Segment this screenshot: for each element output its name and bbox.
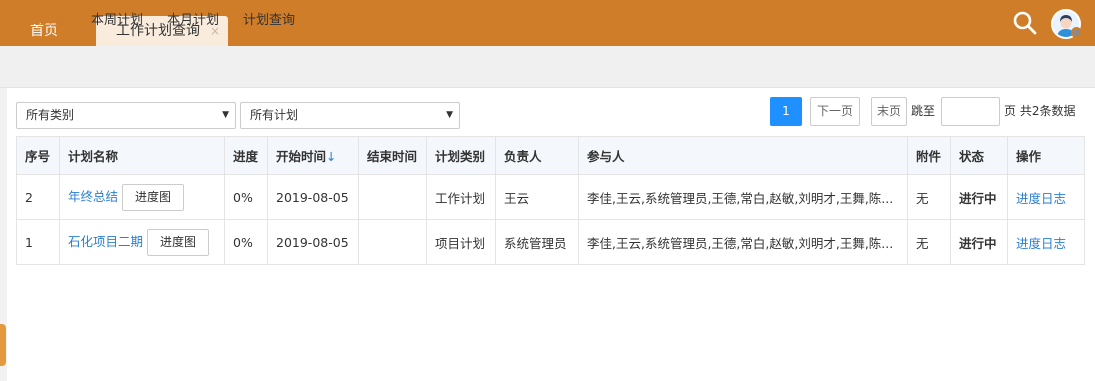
subnav-week-plan[interactable]: 本周计划 [91,0,143,42]
cell-progress: 0% [224,219,268,265]
plan-name-link[interactable]: 石化项目二期 [68,234,143,249]
cell-attachment: 无 [907,219,951,265]
table-header-row: 序号 计划名称 进度 开始时间↓ 结束时间 计划类别 负责人 参与人 附件 状态… [16,136,1085,175]
cell-name: 石化项目二期 进度图 [59,219,225,265]
header-index: 序号 [16,136,60,175]
cell-category: 工作计划 [426,174,496,220]
cell-participants: 李佳,王云,系统管理员,王德,常白,赵敏,刘明才,王舞,陈... [578,174,908,220]
header-owner: 负责人 [495,136,579,175]
cell-status: 进行中 [950,174,1008,220]
cell-owner: 王云 [495,174,579,220]
header-end-time: 结束时间 [358,136,427,175]
cell-end-time [358,219,427,265]
category-select-value: 所有类别 [26,108,75,122]
header-start-time-label: 开始时间 [276,149,327,164]
cell-category: 项目计划 [426,219,496,265]
sub-nav [0,46,1095,88]
progress-chart-button[interactable]: 进度图 [122,183,185,211]
plan-select[interactable]: 所有计划 ▼ [240,102,460,129]
cell-attachment: 无 [907,174,951,220]
header-start-time[interactable]: 开始时间↓ [267,136,359,175]
cell-index: 2 [16,174,60,220]
last-page-button[interactable]: 末页 [871,97,907,126]
cell-index: 1 [16,219,60,265]
page-current-button[interactable]: 1 [770,97,802,126]
chevron-down-icon: ▼ [446,110,453,120]
page-jump-input[interactable] [941,97,1000,126]
cell-status: 进行中 [950,219,1008,265]
subnav-today-plan[interactable]: 今日计划 [16,0,68,42]
header-progress: 进度 [224,136,268,175]
header-category: 计划类别 [426,136,496,175]
pager-summary: 页 共2条数据 [1004,104,1076,118]
subnav-month-plan[interactable]: 本月计划 [167,0,219,42]
header-name: 计划名称 [59,136,225,175]
header-participants: 参与人 [578,136,908,175]
cell-start-time: 2019-08-05 [267,174,359,220]
next-page-button[interactable]: 下一页 [810,97,860,126]
search-icon[interactable] [1012,10,1038,36]
jump-label: 跳至 [911,104,936,118]
cell-end-time [358,174,427,220]
header-action: 操作 [1007,136,1085,175]
plan-select-value: 所有计划 [250,108,299,122]
cell-owner: 系统管理员 [495,219,579,265]
header-attachment: 附件 [907,136,951,175]
progress-log-link[interactable]: 进度日志 [1016,191,1066,206]
category-select[interactable]: 所有类别 ▼ [16,102,236,129]
table-row: 2 年终总结 进度图 0% 2019-08-05 工作计划 王云 李佳,王云,系统… [16,174,1085,220]
plan-table: 序号 计划名称 进度 开始时间↓ 结束时间 计划类别 负责人 参与人 附件 状态… [16,136,1085,265]
progress-chart-button[interactable]: 进度图 [147,228,210,256]
chevron-down-icon: ▼ [222,110,229,120]
progress-log-link[interactable]: 进度日志 [1016,236,1066,251]
cell-progress: 0% [224,174,268,220]
cell-start-time: 2019-08-05 [267,219,359,265]
cell-action: 进度日志 [1007,174,1085,220]
header-status: 状态 [950,136,1008,175]
sidebar-toggle-handle[interactable] [0,324,6,366]
table-row: 1 石化项目二期 进度图 0% 2019-08-05 项目计划 系统管理员 李佳,… [16,219,1085,265]
sort-down-icon[interactable]: ↓ [326,149,336,164]
cell-name: 年终总结 进度图 [59,174,225,220]
cell-participants: 李佳,王云,系统管理员,王德,常白,赵敏,刘明才,王舞,陈... [578,219,908,265]
subnav-plan-query[interactable]: 计划查询 [243,0,295,42]
plan-name-link[interactable]: 年终总结 [68,189,118,204]
online-status-dot [1071,27,1082,38]
cell-action: 进度日志 [1007,219,1085,265]
